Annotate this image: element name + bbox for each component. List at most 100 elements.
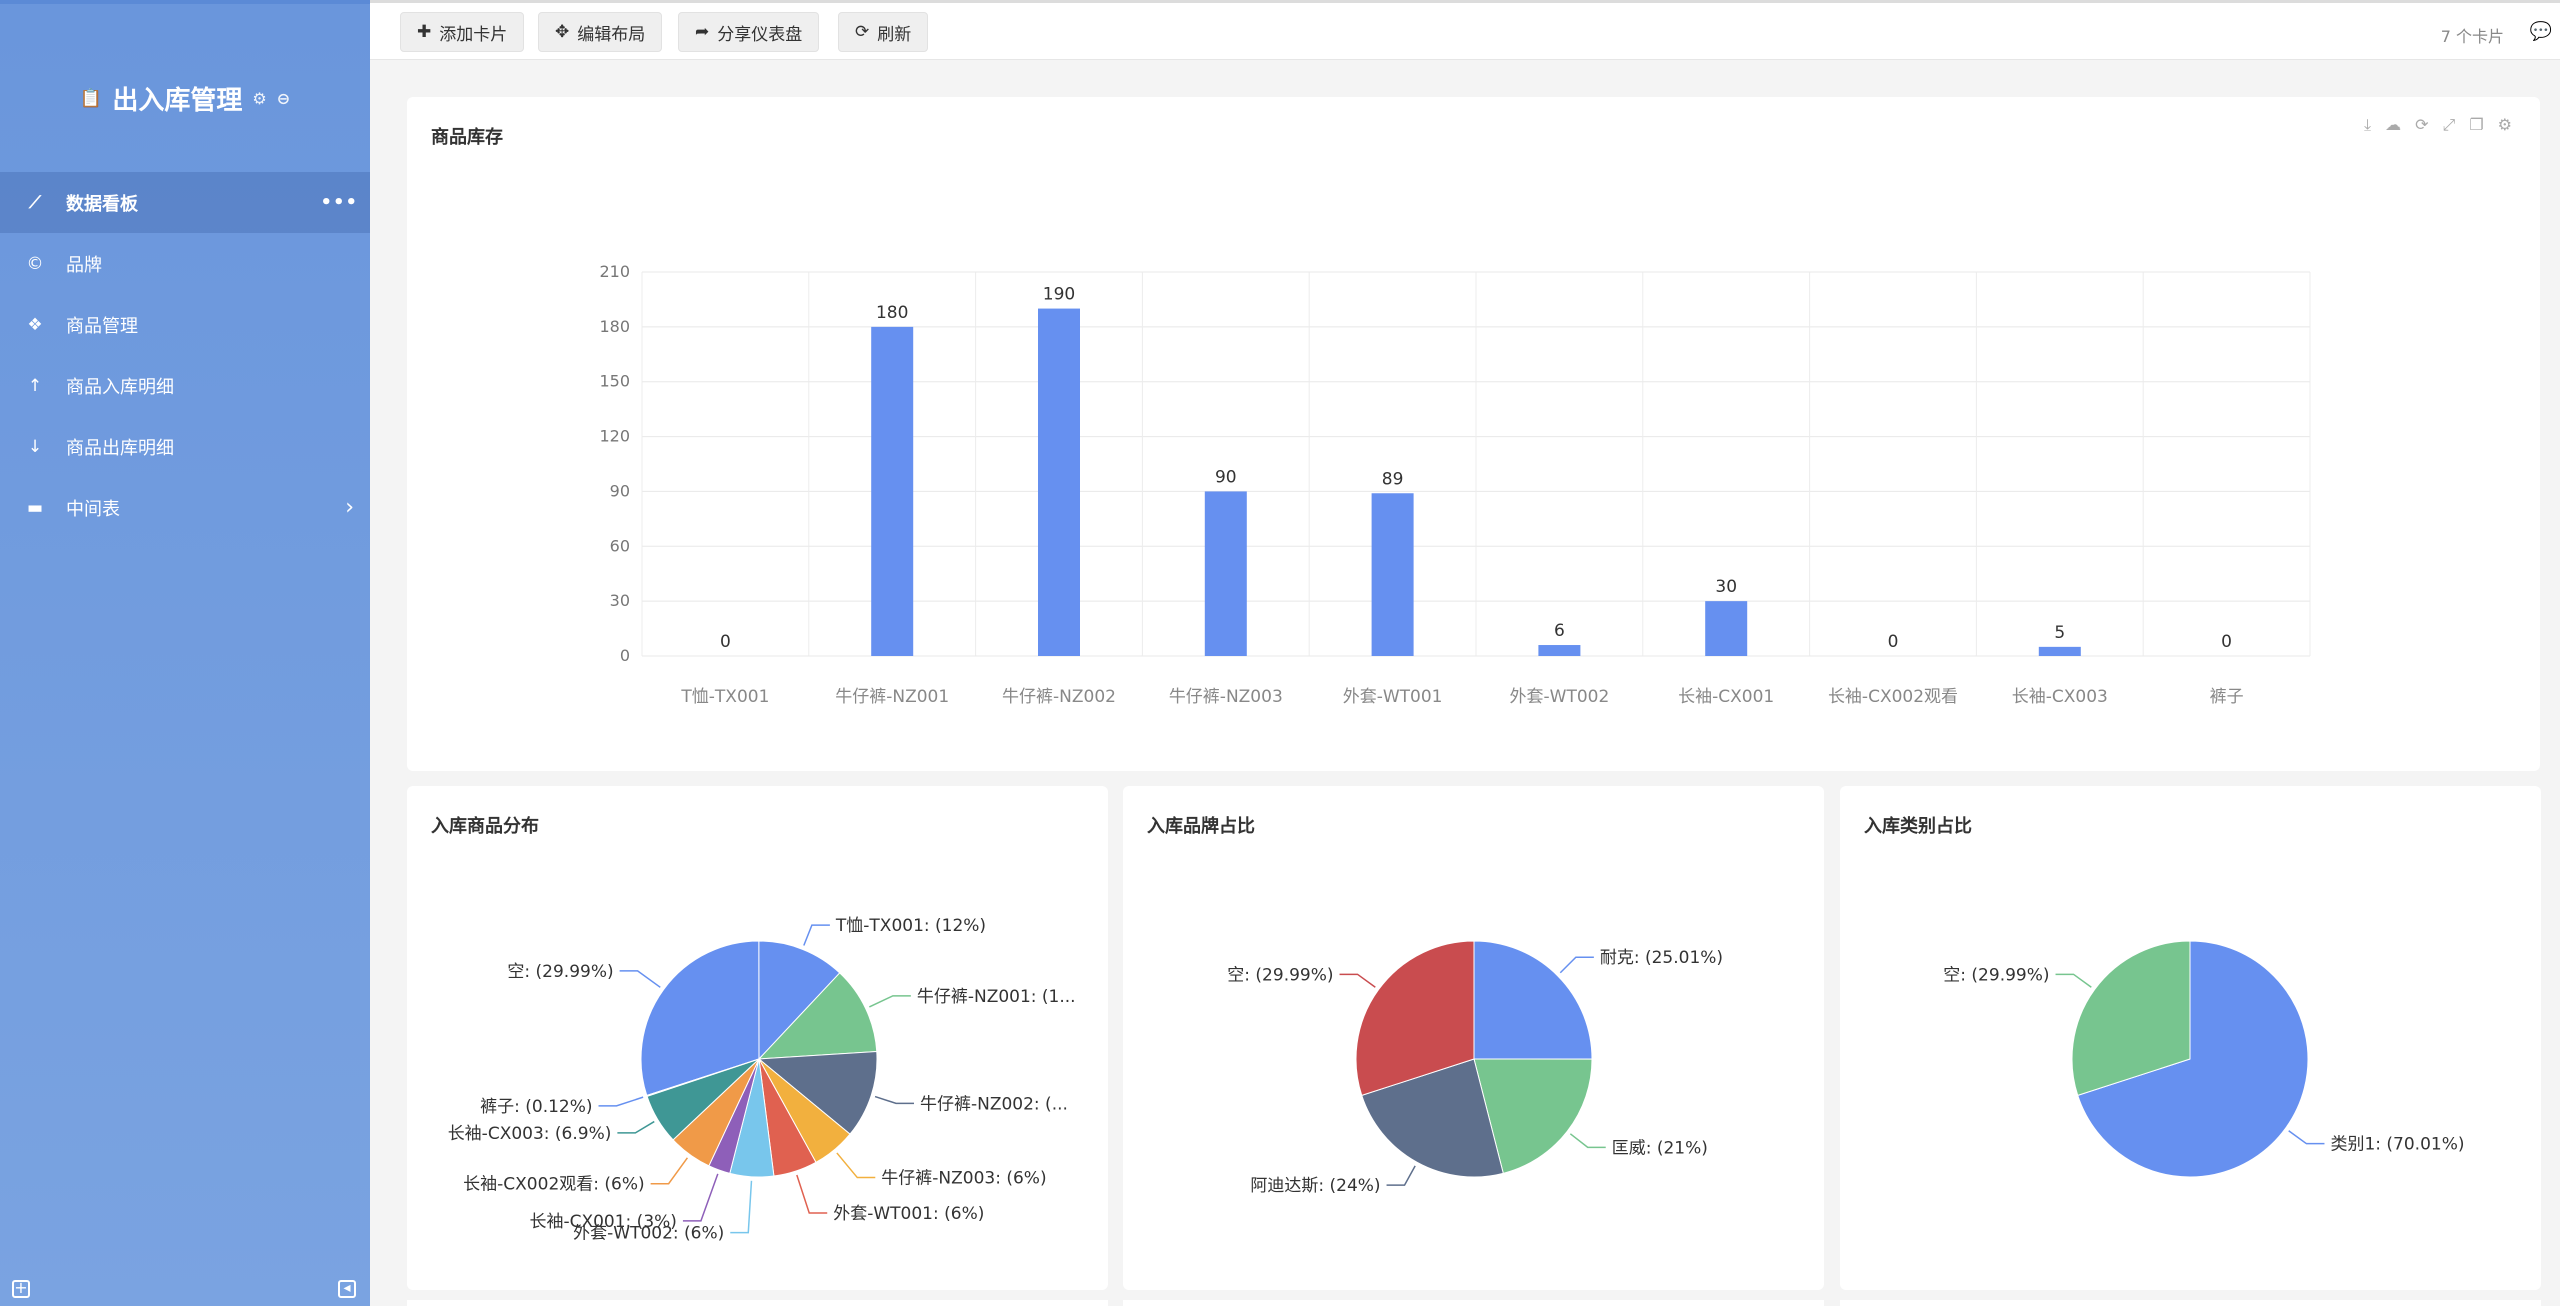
card-inbound-brand: 入库品牌占比 耐克: (25.01%) 匡威: (21%) 阿迪达斯: (24%) 空…: [1123, 786, 1824, 1290]
sidebar-item-label: 商品出库明细: [66, 437, 174, 459]
sidebar-item-middle-table[interactable]: ▬ 中间表 ›: [0, 477, 370, 538]
y-tick-label: 60: [610, 536, 630, 555]
bar: [871, 326, 914, 656]
card-edge: [1123, 1300, 1824, 1306]
app-title: 📋 出入库管理 ⚙ ⊖: [0, 80, 370, 117]
bar: [1705, 601, 1748, 656]
y-tick-label: 180: [599, 317, 630, 336]
sidebar-item-inbound[interactable]: ↑ 商品入库明细: [0, 355, 370, 416]
pie-chart-category: 类别1: (70.01%) 空: (29.99%): [1943, 940, 2465, 1178]
slice-label: 匡威: (21%): [1612, 1138, 1708, 1158]
leader-line: [1386, 1165, 1416, 1186]
add-icon[interactable]: +: [12, 1280, 30, 1298]
data-label: 30: [1715, 577, 1737, 597]
y-tick-label: 150: [599, 372, 630, 391]
data-label: 6: [1554, 621, 1565, 641]
x-tick-label: 长袖-CX002观看: [1828, 687, 1958, 707]
leader-line: [619, 970, 661, 988]
x-tick-label: 长袖-CX001: [1678, 687, 1774, 707]
sidebar-item-brand[interactable]: © 品牌: [0, 233, 370, 294]
data-label: 5: [2054, 623, 2065, 643]
pie-chart-brand: 耐克: (25.01%) 匡威: (21%) 阿迪达斯: (24%) 空: (29.9…: [1227, 940, 1723, 1196]
leader-line: [874, 1095, 914, 1105]
clipboard-icon: 📋: [79, 88, 103, 109]
x-tick-label: 外套-WT002: [1510, 687, 1610, 707]
bar: [2038, 646, 2081, 656]
slice-label: 空: (29.99%): [507, 962, 613, 982]
leader-line: [650, 1157, 689, 1185]
pie-chart-goods: 空: (29.99%) T恤-TX001: (12%) 牛仔裤-NZ001: (1.…: [448, 916, 1076, 1244]
data-label: 0: [1888, 632, 1899, 652]
leader-line: [836, 1152, 876, 1179]
leader-line: [1339, 973, 1376, 988]
data-label: 180: [876, 303, 908, 323]
data-label: 89: [1382, 469, 1404, 489]
sidebar-item-label: 商品管理: [66, 315, 138, 337]
expand-arrows-icon: ✥: [555, 22, 570, 42]
share-dashboard-button[interactable]: ➦ 分享仪表盘: [678, 12, 820, 52]
slice-label: 长袖-CX003: (6.9%): [448, 1124, 612, 1144]
edit-layout-label: 编辑布局: [577, 24, 646, 45]
collapse-sidebar-icon[interactable]: ◂: [338, 1280, 356, 1298]
sidebar-item-label: 数据看板: [66, 193, 138, 215]
circle-minus-icon[interactable]: ⊖: [277, 89, 290, 108]
leader-line: [617, 1120, 655, 1134]
slice-label: 长袖-CX002观看: (6%): [463, 1175, 644, 1195]
slice-label: 阿迪达斯: (24%): [1250, 1176, 1380, 1196]
comment-icon[interactable]: 💬: [2530, 21, 2552, 42]
card-inbound-goods: 入库商品分布 空: (29.99%) T恤-TX001: (12%) 牛仔裤-NZ0…: [407, 786, 1108, 1290]
leader-line: [869, 995, 911, 1008]
slice-label: 外套-WT001: (6%): [833, 1204, 984, 1224]
sidebar-item-product[interactable]: ❖ 商品管理: [0, 294, 370, 355]
x-tick-label: 牛仔裤-NZ003: [1169, 687, 1283, 707]
sidebar-item-label: 中间表: [66, 498, 120, 520]
y-tick-label: 0: [620, 646, 630, 665]
sidebar-item-dashboard[interactable]: ⟋ 数据看板 •••: [0, 172, 370, 233]
data-label: 0: [2221, 632, 2232, 652]
card-stock: 商品库存 ⤓ ☁ ⟳ ⤢ ❐ ⚙ 0 30 60 90 120 150 180 210 0 T恤-…: [407, 97, 2540, 771]
refresh-button[interactable]: ⟳ 刷新: [838, 12, 929, 52]
sidebar-item-label: 商品入库明细: [66, 376, 174, 398]
refresh-icon: ⟳: [855, 22, 870, 42]
slice-label: 类别1: (70.01%): [2330, 1135, 2464, 1155]
sidebar-item-outbound[interactable]: ↓ 商品出库明细: [0, 416, 370, 477]
leader-line: [1559, 956, 1594, 974]
x-tick-label: 裤子: [2210, 687, 2244, 707]
gear-icon[interactable]: ⚙: [252, 89, 266, 108]
y-tick-label: 90: [610, 481, 630, 500]
top-toolbar: ✚ 添加卡片 ✥ 编辑布局 ➦ 分享仪表盘 ⟳ 刷新 7 个卡片 💬: [370, 0, 2560, 60]
arrow-down-icon: ↓: [27, 436, 43, 457]
cubes-icon: ❖: [27, 314, 43, 335]
x-tick-label: 长袖-CX003: [2012, 687, 2108, 707]
card-inbound-category: 入库类别占比 类别1: (70.01%) 空: (29.99%): [1840, 786, 2541, 1290]
folder-icon: ▬: [26, 497, 44, 518]
bar: [1538, 645, 1581, 656]
y-tick-label: 120: [599, 427, 630, 446]
x-tick-label: 牛仔裤-NZ002: [1002, 687, 1116, 707]
slice-label: 耐克: (25.01%): [1600, 948, 1723, 968]
slice-label: 牛仔裤-NZ002: (...: [920, 1094, 1068, 1114]
leader-line: [1569, 1133, 1606, 1149]
share-icon: ➦: [695, 22, 710, 42]
sidebar-item-label: 品牌: [66, 254, 102, 276]
add-card-label: 添加卡片: [439, 24, 508, 45]
slice-label: 空: (29.99%): [1943, 965, 2049, 985]
slice-label: 长袖-CX001: (3%): [529, 1212, 676, 1232]
data-label: 90: [1215, 467, 1237, 487]
arrow-up-icon: ↑: [27, 375, 43, 396]
bar: [1038, 308, 1080, 656]
more-icon[interactable]: •••: [320, 192, 358, 213]
x-tick-label: 牛仔裤-NZ001: [835, 687, 949, 707]
bar: [1371, 493, 1414, 656]
leader-line: [2288, 1130, 2325, 1145]
bar: [1204, 491, 1247, 656]
refresh-label: 刷新: [877, 24, 912, 45]
leader-line: [796, 1174, 828, 1214]
sidebar-nav: ⟋ 数据看板 ••• © 品牌 ❖ 商品管理 ↑ 商品入库明细 ↓ 商品出库明细…: [0, 172, 370, 538]
edit-layout-button[interactable]: ✥ 编辑布局: [538, 12, 663, 52]
card-edge: [407, 1300, 1108, 1306]
slice-label: T恤-TX001: (12%): [835, 916, 986, 936]
add-card-button[interactable]: ✚ 添加卡片: [400, 12, 525, 52]
leader-line: [803, 924, 830, 946]
creative-commons-icon: ©: [26, 253, 44, 274]
